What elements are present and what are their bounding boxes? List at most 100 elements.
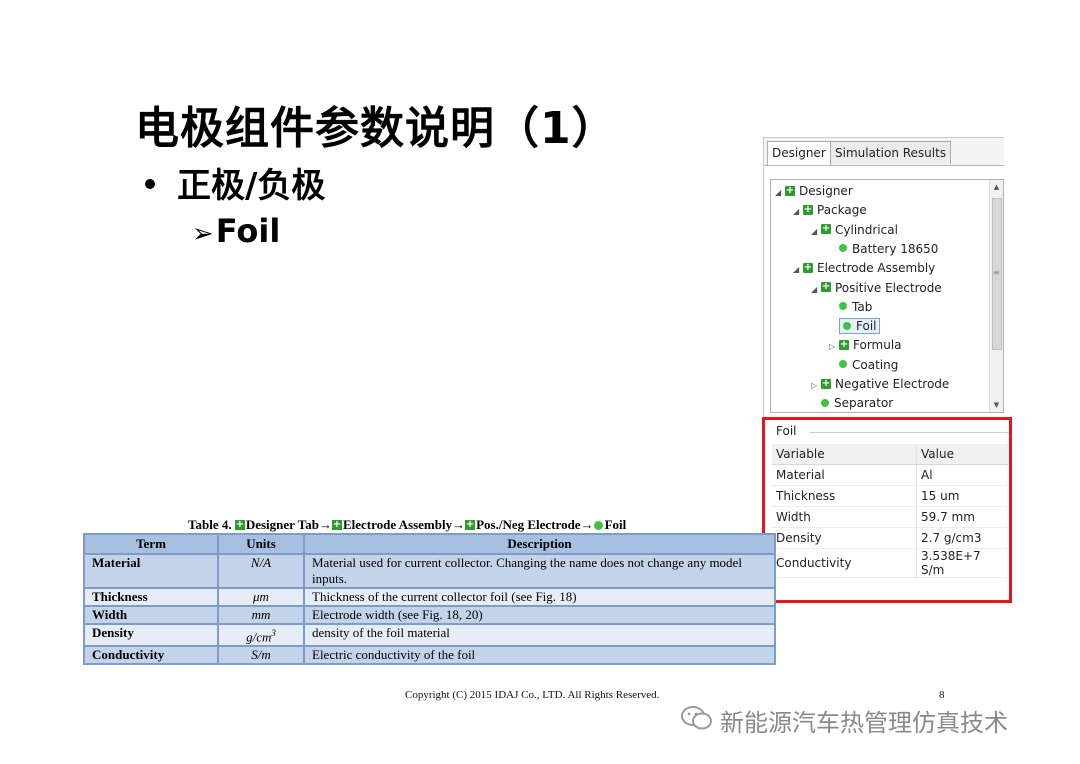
table-row: Thickness μm Thickness of the current co… bbox=[83, 587, 776, 607]
term-cell: Thickness bbox=[83, 587, 219, 607]
caption-arrow: → bbox=[580, 517, 594, 532]
leaf-dot-icon bbox=[839, 244, 847, 253]
expanded-arrow-icon[interactable]: ◢ bbox=[775, 183, 785, 202]
table-row: Width mm Electrode width (see Fig. 18, 2… bbox=[83, 605, 776, 625]
designer-tree[interactable]: Separator ▷ + Negative Electrode Coating ▷ + Fo… bbox=[770, 179, 1004, 413]
collapsed-arrow-icon[interactable]: ▷ bbox=[829, 337, 839, 356]
expanded-arrow-icon[interactable]: ◢ bbox=[811, 222, 821, 241]
highlight-box bbox=[762, 417, 1012, 603]
unit-cell: g/cm3 bbox=[217, 622, 305, 648]
term-cell: Width bbox=[83, 605, 219, 625]
table-row: Conductivity S/m Electric conductivity o… bbox=[83, 645, 776, 666]
term-cell: Conductivity bbox=[83, 645, 219, 666]
plus-folder-icon: + bbox=[785, 184, 795, 196]
scroll-down-icon[interactable]: ▼ bbox=[990, 398, 1003, 412]
bullet-dot-icon bbox=[145, 178, 155, 189]
collapsed-arrow-icon[interactable]: ▷ bbox=[811, 376, 821, 395]
tree-item-label: Separator bbox=[834, 396, 894, 411]
caption-designer-tab: Designer Tab bbox=[245, 517, 319, 532]
tree-item-selected[interactable]: Foil bbox=[839, 318, 881, 335]
watermark: 新能源汽车热管理仿真技术 bbox=[680, 703, 1008, 740]
tree-item-label: Cylindrical bbox=[835, 222, 898, 237]
superscript: 3 bbox=[271, 628, 276, 638]
tree-item-label: Designer bbox=[799, 184, 853, 198]
tree-item[interactable]: ◢ + Electrode Assembly bbox=[793, 259, 935, 278]
unit-cell: μm bbox=[217, 587, 305, 607]
unit-cell: N/A bbox=[217, 553, 305, 589]
table-caption: Table 4. + Designer Tab→+ Electrode Assemb… bbox=[188, 517, 626, 533]
caption-table-number: Table 4. bbox=[188, 517, 235, 532]
expanded-arrow-icon[interactable]: ◢ bbox=[793, 202, 803, 221]
bullet-electrode-text: 正极/负极 bbox=[177, 166, 326, 206]
unit-cell: S/m bbox=[217, 645, 305, 666]
plus-folder-icon: + bbox=[803, 203, 813, 215]
tree-item-label: Coating bbox=[852, 357, 899, 372]
tree-item-label: Positive Electrode bbox=[835, 280, 942, 295]
plus-folder-icon: + bbox=[839, 338, 849, 350]
description-cell: density of the foil material bbox=[303, 622, 776, 648]
tree-item[interactable]: Coating bbox=[829, 356, 898, 375]
plus-folder-icon: + bbox=[803, 261, 813, 273]
description-cell: Electric conductivity of the foil bbox=[303, 645, 776, 666]
tree-scrollbar[interactable]: ▲ ≡ ▼ bbox=[989, 180, 1003, 412]
tree-item[interactable]: Foil bbox=[829, 317, 881, 336]
caption-pos-neg-electrode: Pos./Neg Electrode bbox=[476, 517, 581, 532]
header-units: Units bbox=[217, 533, 305, 555]
tree-item[interactable]: ▷ + Formula bbox=[829, 336, 902, 355]
tab-simulation-results[interactable]: Simulation Results bbox=[830, 141, 952, 164]
plus-folder-icon: + bbox=[821, 223, 831, 235]
tree-item[interactable]: ◢ + Package bbox=[793, 201, 867, 220]
description-cell: Electrode width (see Fig. 18, 20) bbox=[303, 605, 776, 625]
table-row: Material N/A Material used for current c… bbox=[83, 553, 776, 589]
tree-item[interactable]: ◢ + Designer bbox=[775, 182, 853, 201]
slide-title: 电极组件参数说明（1） bbox=[135, 103, 617, 154]
bullet-foil-text: Foil bbox=[215, 212, 281, 250]
page-number: 8 bbox=[939, 689, 945, 701]
header-description: Description bbox=[303, 533, 776, 555]
table-header-row: Term Units Description bbox=[83, 533, 776, 555]
tree-item[interactable]: Separator bbox=[811, 394, 894, 412]
bullet-electrode: 正极/负极 bbox=[145, 158, 325, 207]
tree-item-label: Electrode Assembly bbox=[817, 261, 936, 276]
table-row: Density g/cm3 density of the foil materi… bbox=[83, 622, 776, 648]
unit-cell: mm bbox=[217, 605, 305, 625]
caption-arrow: → bbox=[318, 517, 332, 532]
header-term: Term bbox=[83, 533, 219, 555]
bullet-foil: ➢Foil bbox=[192, 212, 280, 250]
plus-icon: + bbox=[465, 519, 476, 531]
tree-item-label: Tab bbox=[852, 299, 873, 314]
description-cell: Thickness of the current collector foil … bbox=[303, 587, 776, 607]
plus-icon: + bbox=[331, 519, 342, 531]
leaf-dot-icon bbox=[843, 321, 851, 330]
tree-item[interactable]: ◢ + Cylindrical bbox=[811, 221, 898, 240]
panel-tabs: Designer Simulation Results bbox=[764, 138, 1004, 166]
leaf-dot-icon bbox=[839, 302, 847, 311]
term-cell: Material bbox=[83, 553, 219, 589]
caption-arrow: → bbox=[452, 517, 466, 532]
arrow-bullet-icon: ➢ bbox=[192, 219, 214, 249]
caption-electrode-assembly: Electrode Assembly bbox=[342, 517, 453, 532]
expanded-arrow-icon[interactable]: ◢ bbox=[793, 260, 803, 279]
plus-folder-icon: + bbox=[821, 377, 831, 389]
tree-item[interactable]: ▷ + Negative Electrode bbox=[811, 375, 949, 394]
tree-item[interactable]: ◢ + Positive Electrode bbox=[811, 279, 942, 298]
wechat-icon bbox=[680, 705, 714, 737]
watermark-text: 新能源汽车热管理仿真技术 bbox=[720, 709, 1008, 737]
foil-terms-table: Term Units Description Material N/A Mate… bbox=[83, 533, 776, 666]
tree-item-label: Formula bbox=[853, 338, 902, 353]
expanded-arrow-icon[interactable]: ◢ bbox=[811, 280, 821, 299]
tree-item-label: Negative Electrode bbox=[835, 377, 950, 391]
tree-item-label: Package bbox=[817, 203, 867, 218]
leaf-dot-icon bbox=[839, 360, 847, 369]
tree-item[interactable]: Battery 18650 bbox=[829, 240, 938, 259]
tab-designer[interactable]: Designer bbox=[767, 141, 831, 165]
scroll-grip-icon: ≡ bbox=[993, 268, 1000, 277]
caption-foil: Foil bbox=[604, 517, 627, 532]
term-cell: Density bbox=[83, 622, 219, 648]
leaf-dot-icon bbox=[593, 520, 603, 530]
tree-item[interactable]: Tab bbox=[829, 298, 872, 317]
scroll-up-icon[interactable]: ▲ bbox=[990, 180, 1003, 194]
copyright-text: Copyright (C) 2015 IDAJ Co., LTD. All Ri… bbox=[405, 689, 660, 701]
plus-icon: + bbox=[234, 519, 245, 531]
tree-item-label: Battery 18650 bbox=[852, 241, 939, 256]
